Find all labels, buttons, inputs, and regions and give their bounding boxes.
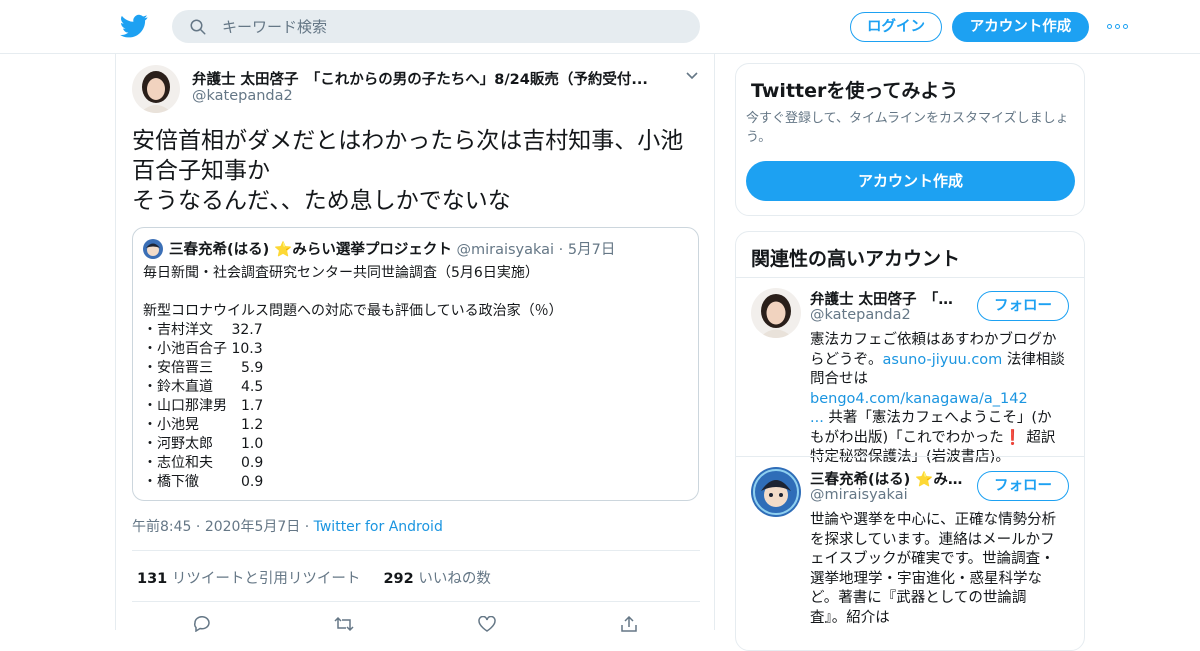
- bio-line: もがわ出版)「これでわかった❗ 超訳: [810, 429, 1072, 449]
- quoted-author-avatar: [143, 239, 163, 259]
- bio-link[interactable]: bengo4.com/kanagawa/a_142: [810, 391, 1028, 407]
- tweet-text-line: そうなるんだ、、ため息しかでないな: [132, 188, 511, 214]
- quoted-author-handle: @miraisyakai: [456, 242, 555, 258]
- quoted-author-name: 三春充希(はる) ⭐みらい選挙プロジェクト: [169, 242, 452, 258]
- search-box[interactable]: [172, 10, 700, 43]
- tweet-source-link[interactable]: Twitter for Android: [314, 519, 443, 535]
- bio-line: 査』。紹介は: [810, 609, 890, 626]
- account-bio: 憲法カフェご依頼はあすわかブログか らどうぞ。asuno-jiyuu.com 法…: [810, 331, 1072, 468]
- quoted-subtitle: 新型コロナウイルス問題への対応で最も評価している政治家（％）: [143, 303, 563, 319]
- tweet-time[interactable]: 午前8:45: [132, 519, 191, 535]
- bio-text: らどうぞ。: [810, 351, 883, 368]
- signup-card-button[interactable]: アカウント作成: [746, 161, 1075, 201]
- tweet-stats: 131 リツイートと引用リツイート 292 いいねの数: [137, 567, 491, 588]
- poll-row: ・小池晃 1.2: [143, 417, 264, 433]
- like-count[interactable]: 292: [383, 571, 413, 587]
- poll-row: ・吉村洋文 32.7: [143, 322, 263, 338]
- poll-row: ・河野太郎 1.0: [143, 436, 264, 452]
- tweet-date[interactable]: 2020年5月7日: [205, 519, 300, 535]
- divider: [132, 550, 700, 551]
- bio-line: 憲法カフェご依頼はあすわかブログか: [810, 332, 1057, 348]
- bio-text: もがわ出版)「これでわかった: [810, 429, 1004, 446]
- account-avatar[interactable]: [751, 288, 801, 338]
- top-navigation-bar: ログイン アカウント作成: [0, 0, 1200, 54]
- tweet-text: 安倍首相がダメだとはわかったら次は吉村知事、小池 百合子知事か そうなるんだ、、…: [132, 126, 702, 216]
- signup-button[interactable]: アカウント作成: [952, 12, 1089, 42]
- tweet-meta: 午前8:45 · 2020年5月7日 · Twitter for Android: [132, 516, 443, 536]
- account-handle[interactable]: @miraisyakai: [810, 487, 908, 503]
- search-icon: [190, 19, 206, 35]
- bio-line: 世論や選挙を中心に、正確な情勢分析: [810, 512, 1057, 528]
- account-name[interactable]: 弁護士 太田啓子 「これからの男の子たちへ」: [810, 288, 965, 309]
- bio-line: 選挙地理学・宇宙進化・惑星科学な: [810, 570, 1042, 587]
- chevron-down-icon[interactable]: [684, 68, 700, 84]
- tweet-text-line: 百合子知事か: [132, 158, 270, 184]
- divider: [132, 601, 700, 602]
- related-accounts-card: 関連性の高いアカウント 弁護士 太田啓子 「これからの男の子たちへ」 @kate…: [735, 231, 1085, 651]
- bio-link[interactable]: asuno-jiyuu.com: [883, 352, 1003, 368]
- quoted-date: 5月7日: [567, 242, 616, 258]
- signup-card: Twitterを使ってみよう 今すぐ登録して、タイムラインをカスタマイズしましょ…: [735, 63, 1085, 216]
- poll-row: ・鈴木直道 4.5: [143, 379, 264, 395]
- bio-line: 特定秘密保護法」(岩波書店)。: [810, 449, 1010, 465]
- dot-separator: ·: [300, 519, 314, 535]
- exclamation-emoji: ❗: [1003, 429, 1022, 446]
- bio-line: ェイスブックが確実です。世論調査・: [810, 551, 1055, 567]
- search-input[interactable]: [222, 10, 682, 43]
- author-handle[interactable]: @katepanda2: [192, 88, 293, 104]
- follow-button[interactable]: フォロー: [977, 471, 1069, 501]
- dot-separator: ·: [191, 519, 205, 535]
- bio-text: 超訳: [1021, 429, 1056, 446]
- author-avatar[interactable]: [132, 65, 180, 113]
- poll-row: ・山口那津男 1.7: [143, 398, 264, 414]
- bio-line: らどうぞ。asuno-jiyuu.com 法律相談: [810, 351, 1072, 371]
- follow-button[interactable]: フォロー: [977, 291, 1069, 321]
- bio-line: ど。著書に『武器としての世論調: [810, 590, 1027, 606]
- bio-text: 法律相談: [1002, 351, 1065, 368]
- like-label[interactable]: いいねの数: [418, 571, 491, 587]
- author-name[interactable]: 弁護士 太田啓子 「これからの男の子たちへ」8/24販売（予約受付...: [192, 68, 672, 89]
- quoted-title: 毎日新聞・社会調査研究センター共同世論調査（5月6日実施）: [143, 265, 539, 281]
- account-avatar[interactable]: [751, 467, 801, 517]
- quoted-tweet[interactable]: 三春充希(はる) ⭐みらい選挙プロジェクト @miraisyakai · 5月7…: [132, 227, 699, 501]
- bio-line: を探求しています。連絡はメールかフ: [810, 531, 1055, 548]
- account-handle[interactable]: @katepanda2: [810, 307, 911, 323]
- signup-card-title: Twitterを使ってみよう: [751, 80, 959, 102]
- related-accounts-title: 関連性の高いアカウント: [751, 248, 961, 270]
- divider: [736, 277, 1084, 278]
- twitter-bird-icon[interactable]: [120, 12, 148, 40]
- bio-text: 問合せは: [810, 371, 868, 387]
- dot-separator: ·: [554, 242, 568, 258]
- tweet-panel: 弁護士 太田啓子 「これからの男の子たちへ」8/24販売（予約受付... @ka…: [115, 54, 715, 632]
- bio-link-ellipsis[interactable]: ...: [810, 410, 824, 426]
- retweet-count[interactable]: 131: [137, 571, 167, 587]
- retweet-label[interactable]: リツイートと引用リツイート: [172, 571, 361, 587]
- poll-row: ・小池百合子 10.3: [143, 341, 263, 357]
- poll-row: ・安倍晋三 5.9: [143, 360, 264, 376]
- more-dots-icon[interactable]: [1107, 23, 1131, 31]
- bio-text: 共著「憲法カフェへようこそ」(か: [823, 410, 1052, 426]
- divider: [736, 456, 1084, 457]
- tweet-text-line: 安倍首相がダメだとはわかったら次は吉村知事、小池: [132, 128, 684, 154]
- account-bio: 世論や選挙を中心に、正確な情勢分析 を探求しています。連絡はメールかフ ェイスブ…: [810, 511, 1072, 628]
- bio-line: 問合せは bengo4.com/kanagawa/a_142: [810, 370, 1072, 409]
- poll-row: ・橋下徹 0.9: [143, 474, 264, 490]
- quoted-header: 三春充希(はる) ⭐みらい選挙プロジェクト @miraisyakai · 5月7…: [169, 238, 615, 259]
- bio-line: ... 共著「憲法カフェへようこそ」(か: [810, 409, 1072, 429]
- login-button[interactable]: ログイン: [850, 12, 942, 42]
- account-name[interactable]: 三春充希(はる) ⭐みらい選挙プロジェクト: [810, 468, 965, 489]
- poll-row: ・志位和夫 0.9: [143, 455, 264, 471]
- signup-card-text: 今すぐ登録して、タイムラインをカスタマイズしましょう。: [746, 111, 1069, 145]
- quoted-body: 毎日新聞・社会調査研究センター共同世論調査（5月6日実施） 新型コロナウイルス問…: [143, 264, 563, 492]
